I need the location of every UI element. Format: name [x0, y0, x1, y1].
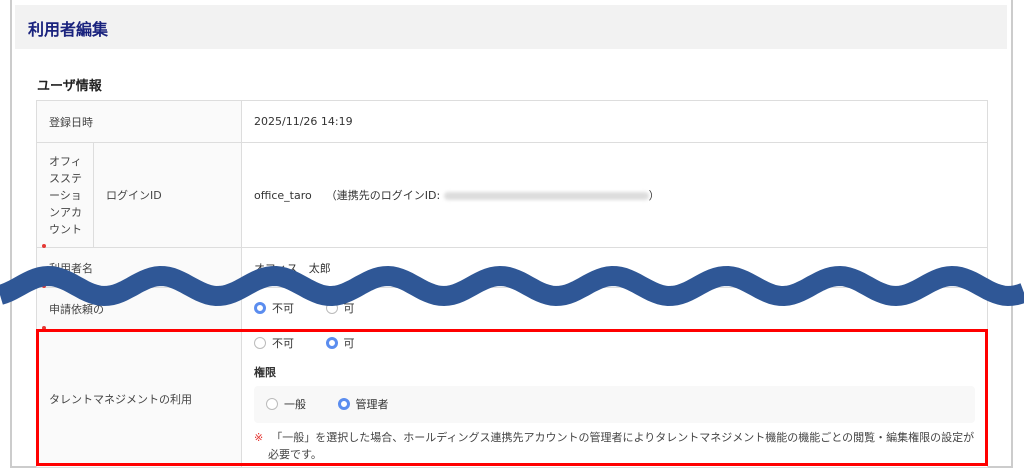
permission-note: ※ 「一般」を選択した場合、ホールディングス連携先アカウントの管理者によりタレント… [254, 429, 975, 463]
permission-option-admin[interactable]: 管理者 [337, 396, 389, 412]
login-id-label: ログインID [93, 142, 242, 248]
option-label: 一般 [284, 397, 306, 411]
permission-label: 権限 [254, 365, 276, 379]
note-text: 「一般」を選択した場合、ホールディングス連携先アカウントの管理者によりタレントマ… [268, 430, 975, 461]
page-header: 利用者編集 [15, 5, 1007, 49]
talent-option-no[interactable]: 不可 [254, 335, 294, 351]
talent-label: タレントマネジメントの利用 [36, 326, 242, 468]
wave-line [0, 265, 1024, 307]
talent-options: 不可 可 権限 一般 管理者 ※ 「一般」を選択した場合、ホールディングス連携先ア… [241, 329, 988, 468]
page-title: 利用者編集 [28, 20, 109, 39]
row-registered: 登録日時 2025/11/26 14:19 [36, 100, 988, 143]
login-id-value: office_taro （連携先のログインID: ） [241, 142, 988, 248]
radio-icon [266, 397, 278, 410]
option-label: 不可 [272, 336, 294, 350]
note-mark: ※ [254, 430, 264, 444]
row-login: オフィスステーションアカウント ログインID office_taro （連携先の… [36, 142, 988, 248]
permission-option-general[interactable]: 一般 [266, 396, 306, 412]
registered-value: 2025/11/26 14:19 [241, 100, 988, 143]
radio-selected-icon [325, 336, 338, 349]
blurred-linked-id [443, 192, 649, 200]
linked-login-prefix: （連携先のログインID: [325, 189, 441, 202]
wave-cut-decoration [0, 265, 1024, 307]
permission-options: 一般 管理者 [254, 385, 975, 423]
linked-login-suffix: ） [648, 189, 660, 202]
row-talent: タレントマネジメントの利用 不可 可 権限 一般 管理者 ※ 「一般」を選択した場… [36, 326, 988, 468]
registered-label: 登録日時 [36, 100, 242, 143]
radio-selected-icon [337, 397, 350, 410]
option-label: 可 [343, 336, 355, 350]
section-title: ユーザ情報 [37, 79, 102, 94]
login-id: office_taro [254, 189, 312, 202]
option-label: 管理者 [355, 397, 389, 411]
radio-icon [254, 336, 266, 349]
talent-option-yes[interactable]: 可 [325, 335, 355, 351]
account-group-label: オフィスステーションアカウント [36, 142, 94, 248]
